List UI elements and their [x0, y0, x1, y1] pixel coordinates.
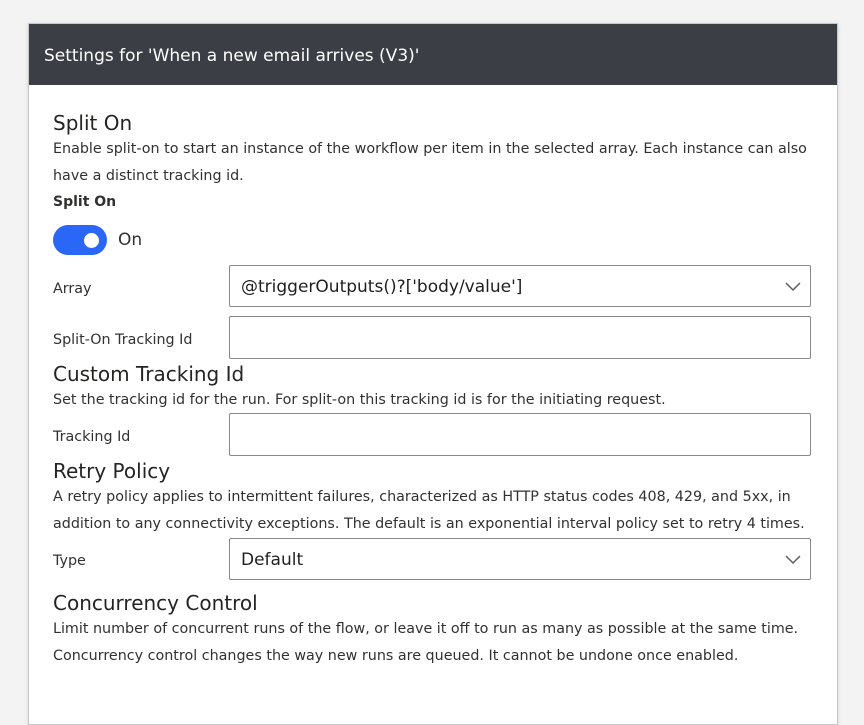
chevron-down-icon — [785, 555, 801, 565]
toggle-state-text: On — [118, 230, 143, 250]
retry-policy-description-line2: addition to any connectivity exceptions.… — [53, 516, 805, 532]
retry-type-value: Default — [241, 550, 304, 570]
retry-policy-description-line1: A retry policy applies to intermittent f… — [53, 489, 791, 505]
tracking-id-label: Tracking Id — [53, 429, 131, 445]
concurrency-description-line1: Limit number of concurrent runs of the f… — [53, 621, 799, 637]
array-dropdown-value: @triggerOutputs()?['body/value'] — [241, 277, 523, 297]
panel-title: Settings for 'When a new email arrives (… — [44, 46, 420, 66]
chevron-down-icon — [785, 282, 801, 292]
array-label: Array — [53, 281, 92, 297]
split-on-toggle[interactable] — [53, 225, 107, 255]
split-on-toggle-label: Split On — [53, 194, 117, 210]
concurrency-title: Concurrency Control — [53, 591, 258, 615]
tracking-id-input[interactable] — [229, 413, 811, 456]
settings-panel: Settings for 'When a new email arrives (… — [28, 23, 838, 725]
custom-tracking-description: Set the tracking id for the run. For spl… — [53, 392, 666, 408]
split-on-tracking-label: Split-On Tracking Id — [53, 332, 193, 348]
custom-tracking-title: Custom Tracking Id — [53, 362, 245, 386]
retry-type-label: Type — [53, 553, 86, 569]
split-on-description-line2: have a distinct tracking id. — [53, 168, 244, 184]
concurrency-description-line2: Concurrency control changes the way new … — [53, 648, 739, 664]
split-on-title: Split On — [53, 111, 133, 135]
panel-header: Settings for 'When a new email arrives (… — [29, 24, 837, 85]
split-on-tracking-input[interactable] — [229, 316, 811, 359]
retry-policy-title: Retry Policy — [53, 459, 171, 483]
split-on-description-line1: Enable split-on to start an instance of … — [53, 141, 807, 157]
retry-type-dropdown[interactable]: Default — [229, 538, 811, 580]
array-dropdown[interactable]: @triggerOutputs()?['body/value'] — [229, 265, 811, 307]
toggle-knob — [84, 233, 99, 248]
